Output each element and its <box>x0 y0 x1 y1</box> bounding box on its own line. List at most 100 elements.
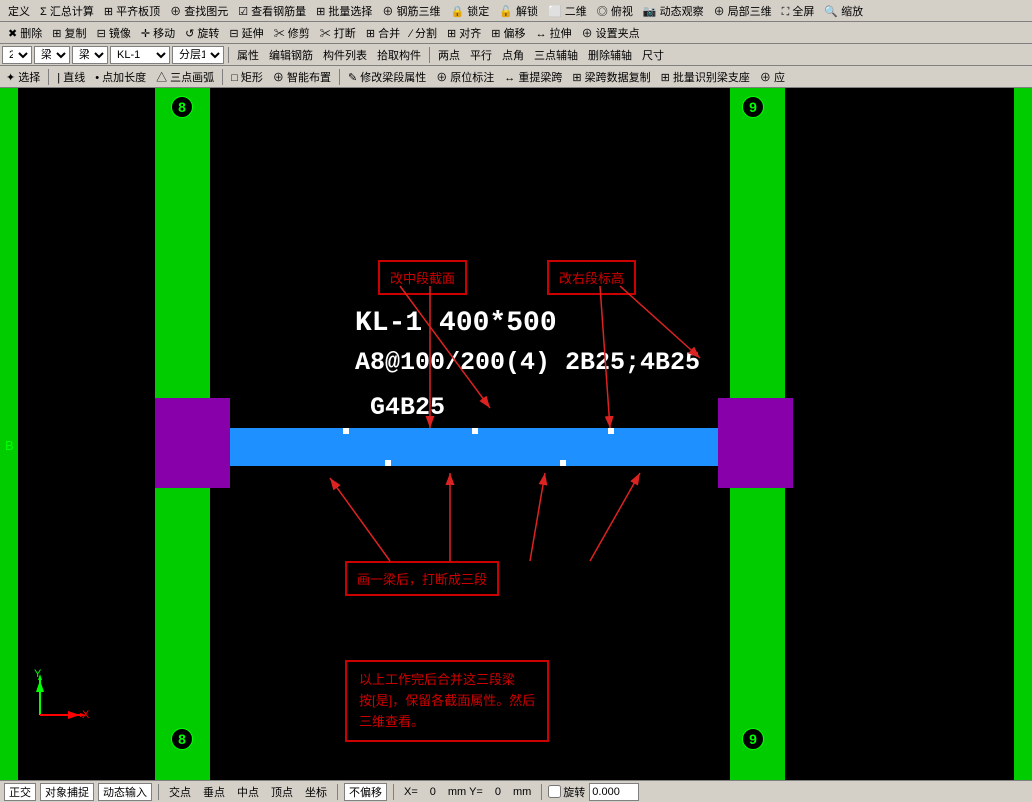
menu-level[interactable]: ⊞ 平齐板顶 <box>100 2 164 20</box>
menu-trim[interactable]: ✂ 修剪 <box>270 24 314 42</box>
svg-text:Y: Y <box>34 668 42 680</box>
beam-type-select1[interactable]: 梁 <box>34 46 70 64</box>
menu-break[interactable]: ✂ 打断 <box>316 24 360 42</box>
menu-extend[interactable]: ⊟ 延伸 <box>225 24 267 42</box>
status-perpendicular[interactable]: 垂点 <box>199 784 229 800</box>
menu-delete[interactable]: ✖ 删除 <box>4 24 46 42</box>
xy-axis-indicator: X Y <box>30 665 90 725</box>
menu-calc[interactable]: Σ 汇总计算 <box>36 2 98 20</box>
menubar1: 定义 Σ 汇总计算 ⊞ 平齐板顶 ⊕ 查找图元 ☑ 查看钢筋量 ⊞ 批量选择 ⊕… <box>0 0 1032 22</box>
status-vertex[interactable]: 顶点 <box>267 784 297 800</box>
menu-orig-label[interactable]: ⊕ 原位标注 <box>432 68 498 86</box>
layer-select[interactable]: 分层1 <box>172 46 224 64</box>
status-sep1 <box>158 784 159 800</box>
grip-3[interactable] <box>472 428 478 434</box>
green-wall-left <box>0 88 18 780</box>
menu-span-copy[interactable]: ⊞ 梁跨数据复制 <box>568 68 654 86</box>
grid-num-top-right: 9 <box>742 96 764 118</box>
purple-cap-right <box>718 398 793 488</box>
menu-move[interactable]: ✛ 移动 <box>137 24 179 42</box>
menu-prop[interactable]: 属性 <box>233 46 263 64</box>
menu-point-length[interactable]: • 点加长度 <box>91 68 150 86</box>
status-midpoint[interactable]: 中点 <box>233 784 263 800</box>
menu-2d[interactable]: ⬜ 二维 <box>544 2 591 20</box>
menu-two-point[interactable]: 两点 <box>434 46 464 64</box>
rotate-checkbox[interactable] <box>548 785 561 798</box>
grip-4[interactable] <box>608 428 614 434</box>
status-x-val: 0 <box>426 786 440 798</box>
status-x-label: X= <box>400 786 422 798</box>
menu-re-span[interactable]: ↔ 重提梁跨 <box>500 68 566 86</box>
menu-split[interactable]: ∕ 分割 <box>406 24 441 42</box>
menu-parallel[interactable]: 平行 <box>466 46 496 64</box>
status-sep4 <box>541 784 542 800</box>
purple-cap-left <box>155 398 230 488</box>
axis-label-b: B <box>5 438 14 453</box>
blue-beam[interactable] <box>210 428 740 466</box>
menu-rebar-qty[interactable]: ☑ 查看钢筋量 <box>234 2 310 20</box>
menu-3d-rebar[interactable]: ⊕ 钢筋三维 <box>378 2 444 20</box>
separator2 <box>429 47 430 63</box>
menu-line[interactable]: | 直线 <box>53 68 89 86</box>
menu-define[interactable]: 定义 <box>4 2 34 20</box>
menu-dynamic[interactable]: 📷 动态观察 <box>639 2 708 20</box>
menu-rotate[interactable]: ↺ 旋转 <box>181 24 223 42</box>
menu-three-point-axis[interactable]: 三点辅轴 <box>530 46 582 64</box>
beam-label-line2: A8@100/200(4) 2B25;4B25 <box>355 348 700 377</box>
beam-type-select2[interactable]: 梁 <box>72 46 108 64</box>
annotation-right-level: 改右段标高 <box>547 260 636 295</box>
beam-label-line3: G4B25 <box>370 393 445 422</box>
status-no-offset[interactable]: 不偏移 <box>344 783 387 801</box>
grip-2[interactable] <box>343 428 349 434</box>
menu-more[interactable]: ⊕ 应 <box>756 68 789 86</box>
menu-fullscreen[interactable]: ⛶ 全屏 <box>778 2 819 20</box>
menu-unlock[interactable]: 🔓 解锁 <box>495 2 542 20</box>
status-snap[interactable]: 对象捕捉 <box>40 783 94 801</box>
menu-offset[interactable]: ⊞ 偏移 <box>487 24 529 42</box>
layer-num-select[interactable]: 2 <box>2 46 32 64</box>
statusbar: 正交 对象捕捉 动态输入 交点 垂点 中点 顶点 坐标 不偏移 X= 0 mm … <box>0 780 1032 802</box>
menu-copy[interactable]: ⊞ 复制 <box>48 24 90 42</box>
menu-modify-seg-prop[interactable]: ✎ 修改梁段属性 <box>344 68 430 86</box>
menu-zoom[interactable]: 🔍 缩放 <box>820 2 867 20</box>
rotate-label: 旋转 <box>563 784 585 800</box>
menu-point-angle[interactable]: 点角 <box>498 46 528 64</box>
menu-mirror[interactable]: ⊟ 镜像 <box>93 24 135 42</box>
menu-delete-axis[interactable]: 删除辅轴 <box>584 46 636 64</box>
menu-setgrip[interactable]: ⊕ 设置夹点 <box>578 24 644 42</box>
grip-6[interactable] <box>385 460 391 466</box>
menu-find[interactable]: ⊕ 查找图元 <box>166 2 232 20</box>
menu-rect[interactable]: □ 矩形 <box>227 68 267 86</box>
beam-id-select[interactable]: KL-1 <box>110 46 170 64</box>
status-rotate-check[interactable]: 旋转 <box>548 784 585 800</box>
menu-topview[interactable]: ◎ 俯视 <box>593 2 637 20</box>
status-ortho[interactable]: 正交 <box>4 783 36 801</box>
menu-size[interactable]: 尺寸 <box>638 46 668 64</box>
status-y-val: 0 <box>491 786 505 798</box>
status-y-label: mm Y= <box>444 786 487 798</box>
menu-pick-component[interactable]: 拾取构件 <box>373 46 425 64</box>
menu-component-list[interactable]: 构件列表 <box>319 46 371 64</box>
menu-local3d[interactable]: ⊕ 局部三维 <box>710 2 776 20</box>
status-intersection[interactable]: 交点 <box>165 784 195 800</box>
menu-three-arc[interactable]: △ 三点画弧 <box>152 68 218 86</box>
menu-align[interactable]: ⊞ 对齐 <box>443 24 485 42</box>
status-coord[interactable]: 坐标 <box>301 784 331 800</box>
info-box-merge: 以上工作完后合并这三段梁按[是]，保留各截面属性。然后三维查看。 <box>345 660 549 742</box>
menu-batch-support[interactable]: ⊞ 批量识别梁支座 <box>657 68 754 86</box>
menu-smart-layout[interactable]: ⊕ 智能布置 <box>269 68 335 86</box>
rotate-value-input[interactable] <box>589 783 639 801</box>
separator1 <box>228 47 229 63</box>
status-dynamic-input[interactable]: 动态输入 <box>98 783 152 801</box>
grip-7[interactable] <box>560 460 566 466</box>
menu-merge[interactable]: ⊞ 合并 <box>362 24 404 42</box>
annotation-mid-section: 改中段截面 <box>378 260 467 295</box>
menu-edit-rebar[interactable]: 编辑钢筋 <box>265 46 317 64</box>
menu-stretch[interactable]: ↔ 拉伸 <box>532 24 576 42</box>
menubar2: ✖ 删除 ⊞ 复制 ⊟ 镜像 ✛ 移动 ↺ 旋转 ⊟ 延伸 ✂ 修剪 ✂ 打断 … <box>0 22 1032 44</box>
menu-batch-select[interactable]: ⊞ 批量选择 <box>312 2 376 20</box>
menu-select[interactable]: ✦ 选择 <box>2 68 44 86</box>
status-sep2 <box>337 784 338 800</box>
menu-lock[interactable]: 🔒 锁定 <box>446 2 493 20</box>
svg-text:X: X <box>82 709 90 721</box>
